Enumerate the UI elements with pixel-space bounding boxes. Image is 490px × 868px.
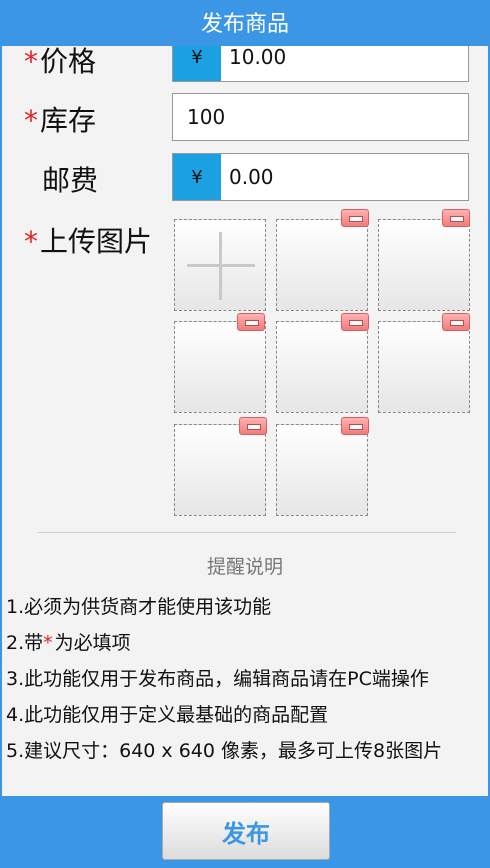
remove-image-button[interactable] (341, 209, 369, 227)
image-thumbnail[interactable] (174, 321, 266, 413)
stock-input[interactable]: 100 (173, 105, 225, 129)
remove-image-button[interactable] (442, 313, 470, 331)
add-image-button[interactable] (174, 219, 266, 311)
page-title: 发布商品 (2, 0, 488, 46)
image-thumbnail[interactable] (276, 219, 368, 311)
divider (38, 532, 456, 533)
remove-image-button[interactable] (239, 417, 267, 435)
stock-field[interactable]: 100 (172, 93, 469, 141)
note-item: 5.建议尺寸：640 x 640 像素，最多可上传8张图片 (6, 740, 443, 762)
notes-title: 提醒说明 (206, 556, 283, 578)
remove-image-button[interactable] (237, 313, 265, 331)
price-input[interactable]: 10.00 (221, 45, 286, 69)
image-thumbnail[interactable] (276, 321, 368, 413)
shipping-input[interactable]: 0.00 (221, 165, 274, 189)
price-label: *价格 (24, 45, 97, 78)
image-thumbnail[interactable] (276, 424, 368, 516)
shipping-label: 邮费 (42, 164, 99, 197)
publish-button[interactable]: 发布 (162, 802, 330, 860)
remove-image-button[interactable] (442, 209, 470, 227)
stock-row: *库存 100 (2, 93, 488, 143)
note-item: 4.此功能仅用于定义最基础的商品配置 (6, 704, 329, 726)
note-item: 1.必须为供货商才能使用该功能 (6, 596, 272, 618)
image-thumbnail[interactable] (378, 321, 470, 413)
shipping-field[interactable]: ¥ 0.00 (172, 153, 469, 201)
shipping-row: 邮费 ¥ 0.00 (2, 153, 488, 203)
stock-label: *库存 (24, 104, 97, 137)
image-thumbnail[interactable] (174, 424, 266, 516)
footer-bar: 发布 (2, 796, 488, 868)
note-item: 3.此功能仅用于发布商品，编辑商品请在PC端操作 (6, 668, 429, 690)
remove-image-button[interactable] (341, 417, 369, 435)
required-mark: * (24, 45, 38, 78)
currency-prefix: ¥ (173, 154, 221, 200)
note-item: 2.带* 为必填项 (6, 632, 131, 654)
remove-image-button[interactable] (341, 313, 369, 331)
upload-images-label: *上传图片 (24, 225, 153, 258)
required-mark: * (24, 104, 38, 137)
required-mark: * (24, 225, 38, 258)
image-thumbnail[interactable] (378, 219, 470, 311)
required-mark: * (43, 632, 53, 654)
